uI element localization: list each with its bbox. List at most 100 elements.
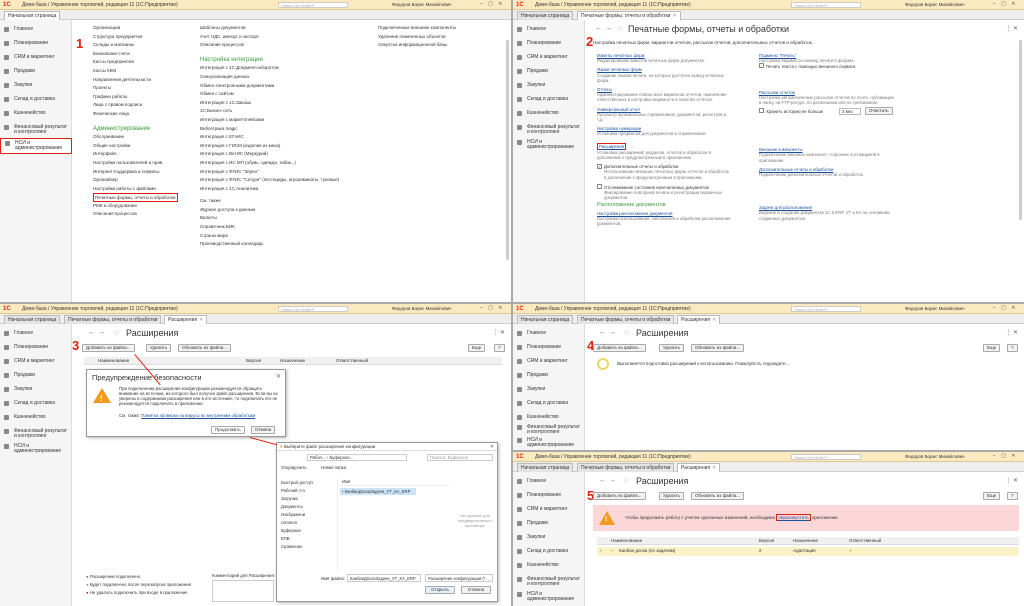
- history-period-field[interactable]: 3 мес: [839, 108, 861, 116]
- section-planning[interactable]: Планирование: [513, 39, 585, 51]
- section-crm[interactable]: CRM и маркетинг: [0, 53, 72, 65]
- help-button[interactable]: ?: [1007, 344, 1018, 352]
- tab-extensions[interactable]: Расширения ✕: [164, 315, 208, 324]
- section-nsi-admin[interactable]: НСИ и администрирование: [0, 442, 72, 458]
- file-item[interactable]: ▪ КанбанДоскаЗадачи_УТ_КА_ERP: [340, 488, 416, 495]
- link-components[interactable]: Подключенные внешние компоненты: [378, 24, 456, 33]
- tree-compare[interactable]: Сравнение: [281, 543, 329, 551]
- file-type-select[interactable]: Расширение конфигурации (*...: [425, 574, 493, 582]
- section-finance[interactable]: Финансовый результат и контроллинг: [513, 123, 585, 137]
- row-safe-mode-check-icon[interactable]: ✓: [849, 547, 853, 555]
- more-menu-icon[interactable]: ⋮ ✕: [492, 329, 505, 336]
- section-warehouse[interactable]: Склад и доставка: [513, 399, 585, 411]
- delete-button[interactable]: Удалить: [659, 344, 685, 352]
- continue-button[interactable]: Продолжить: [211, 426, 245, 434]
- tree-quick-access[interactable]: Быстрый доступ: [281, 479, 329, 487]
- tab-home[interactable]: Начальная страница: [4, 315, 61, 324]
- forward-icon[interactable]: →: [605, 25, 612, 32]
- back-icon[interactable]: ←: [595, 25, 602, 32]
- scrollbar[interactable]: [506, 40, 509, 260]
- section-main[interactable]: Главное: [513, 25, 585, 37]
- link-integ-7[interactable]: Вебсетрика magic: [200, 125, 339, 134]
- section-finance[interactable]: Финансовый результат и контроллинг: [513, 423, 585, 437]
- section-planning[interactable]: Планирование: [0, 343, 72, 355]
- restart-link[interactable]: перезапустить: [776, 514, 811, 521]
- link-integ-14[interactable]: Интеграция с 1С:Аналитика: [200, 185, 339, 194]
- path-bar[interactable]: Рабоч... › Буферное...: [307, 454, 407, 461]
- link-integ-12[interactable]: Интеграция с ФГИС "Зерно": [200, 168, 339, 177]
- link-cash[interactable]: Кассы предприятия: [93, 58, 178, 67]
- more-menu-icon[interactable]: ⋮ ✕: [1005, 25, 1018, 32]
- clear-button[interactable]: Очистить: [865, 107, 893, 116]
- link-compact-db[interactable]: Сверстка информационной базы: [378, 41, 456, 50]
- link-currencies[interactable]: Валюты: [200, 214, 339, 223]
- window-controls[interactable]: – ▢ ✕: [480, 305, 504, 311]
- window-controls[interactable]: – ▢ ✕: [993, 453, 1017, 459]
- link-integ-9[interactable]: Интеграция с ГИСМ (изделия из меха): [200, 142, 339, 151]
- table-row[interactable]: ✓ ▪ Канбан доска (по задачам) 2 Адаптаци…: [597, 547, 1019, 556]
- forward-icon[interactable]: →: [609, 329, 616, 336]
- link-extensions[interactable]: Расширения: [597, 142, 626, 150]
- section-main[interactable]: Главное: [0, 25, 72, 37]
- add-from-file-button[interactable]: Добавить из файла...: [82, 344, 135, 352]
- section-nsi-admin[interactable]: НСИ и администрирование: [0, 138, 72, 154]
- delete-button[interactable]: Удалить: [146, 344, 172, 352]
- file-cancel-button[interactable]: Отмена: [461, 586, 491, 594]
- window-controls[interactable]: – ▢ ✕: [993, 1, 1017, 7]
- comment-field[interactable]: [212, 580, 274, 602]
- folder-search[interactable]: Поиск в: Буферное: [427, 454, 493, 461]
- file-name-input[interactable]: КанбанДоскаЗадачи_УТ_КА_ERP: [347, 574, 421, 582]
- section-warehouse[interactable]: Склад и доставка: [513, 95, 585, 107]
- link-access-log[interactable]: Журнал доступа к данным: [200, 206, 339, 215]
- add-from-file-button[interactable]: Добавить из файла...: [593, 344, 646, 352]
- forward-icon[interactable]: →: [609, 477, 616, 484]
- tree-buffer[interactable]: Буферная: [281, 527, 329, 535]
- window-controls[interactable]: – ▢ ✕: [993, 305, 1017, 311]
- section-treasury[interactable]: Казначейство: [0, 109, 72, 121]
- section-finance[interactable]: Финансовый результат и контроллинг: [0, 123, 72, 137]
- cancel-button[interactable]: Отмена: [251, 426, 276, 434]
- star-icon[interactable]: ☆: [113, 328, 120, 337]
- back-icon[interactable]: ←: [599, 329, 606, 336]
- tab-home[interactable]: Начальная страница: [517, 11, 574, 20]
- close-icon[interactable]: ✕: [672, 13, 676, 19]
- section-crm[interactable]: CRM и маркетинг: [0, 357, 72, 369]
- link-processes[interactable]: Описание процессов: [200, 41, 339, 50]
- delete-button[interactable]: Удалить: [659, 492, 685, 500]
- link-templates[interactable]: Шаблоны документов: [200, 24, 339, 33]
- close-icon[interactable]: ✕: [712, 465, 716, 471]
- section-main[interactable]: Главное: [513, 329, 585, 341]
- link-countries[interactable]: Страны мира: [200, 232, 339, 241]
- link-integ-6[interactable]: Интеграция с маркетплейсами: [200, 116, 339, 125]
- section-finance[interactable]: Финансовый результат и контроллинг: [0, 427, 72, 441]
- section-treasury[interactable]: Казначейство: [513, 561, 585, 573]
- tree-images[interactable]: Изображени: [281, 511, 329, 519]
- forward-icon[interactable]: →: [98, 329, 105, 336]
- section-warehouse[interactable]: Склад и доставка: [513, 547, 585, 559]
- link-users-rights[interactable]: Настройки пользователей и прав: [93, 159, 178, 168]
- section-nsi-admin[interactable]: НСИ и администрирование: [513, 436, 585, 450]
- star-icon[interactable]: ☆: [623, 476, 630, 485]
- link-schedules[interactable]: Графики работы: [93, 93, 178, 102]
- section-nsi-admin[interactable]: НСИ и администрирование: [513, 590, 585, 604]
- section-treasury[interactable]: Казначейство: [0, 413, 72, 425]
- link-integ-8[interactable]: Интеграция с ЕГАИС: [200, 133, 339, 142]
- row-check-icon[interactable]: ✓: [599, 547, 603, 555]
- link-bank-accounts[interactable]: Банковские счета: [93, 50, 178, 59]
- search-input[interactable]: Поиск Ctrl+Shift+F: [791, 454, 861, 460]
- section-purchases[interactable]: Закупки: [513, 533, 585, 545]
- section-planning[interactable]: Планирование: [513, 491, 585, 503]
- section-crm[interactable]: CRM и маркетинг: [513, 505, 585, 517]
- tab-extensions[interactable]: Расширения ✕: [677, 463, 721, 472]
- tab-home[interactable]: Начальная страница: [517, 315, 574, 324]
- section-main[interactable]: Главное: [0, 329, 72, 341]
- more-button[interactable]: Еще: [468, 344, 486, 352]
- link-integ-3[interactable]: Обмен с сайтом: [200, 90, 339, 99]
- close-icon[interactable]: ✕: [276, 373, 281, 380]
- section-planning[interactable]: Планирование: [513, 343, 585, 355]
- checkbox-ext-print[interactable]: Печать текста с помощью внешнего сервиса: [759, 63, 894, 69]
- search-input[interactable]: Поиск Ctrl+Shift+F: [791, 2, 861, 8]
- link-print-forms[interactable]: Печатные формы, отчеты и обработки: [93, 193, 178, 202]
- link-directions[interactable]: Направления деятельности: [93, 76, 178, 85]
- link-rmk[interactable]: РМК и оборудование: [93, 202, 178, 211]
